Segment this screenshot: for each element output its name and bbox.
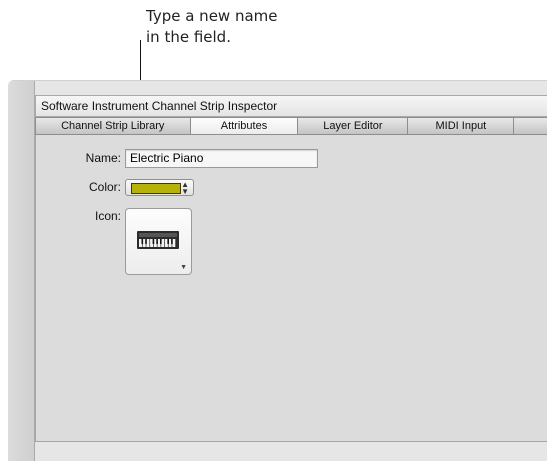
color-popup[interactable]: ▲ ▼ [125, 179, 194, 196]
color-swatch [131, 183, 181, 194]
popup-arrows-icon: ▲ ▼ [181, 180, 189, 196]
icon-menu-triangle-icon: ▼ [180, 264, 187, 271]
name-field[interactable]: Electric Piano [125, 149, 318, 168]
tab-attributes[interactable]: Attributes [190, 117, 299, 134]
tab-layer-editor[interactable]: Layer Editor [298, 117, 409, 134]
inspector-header: Software Instrument Channel Strip Inspec… [35, 95, 547, 117]
tab-bar: Channel Strip Library Attributes Layer E… [35, 117, 547, 135]
callout-text: Type a new name in the field. [146, 6, 278, 48]
color-label: Color: [88, 180, 121, 194]
window-left-frame [8, 81, 35, 461]
tab-channel-strip-library[interactable]: Channel Strip Library [35, 117, 191, 134]
electric-piano-icon [137, 231, 179, 249]
tab-overflow [514, 117, 547, 134]
icon-picker[interactable]: ▼ [125, 208, 192, 275]
callout-line2: in the field. [146, 28, 231, 46]
callout-line1: Type a new name [146, 7, 278, 25]
name-label: Name: [85, 151, 121, 165]
icon-label: Icon: [94, 209, 121, 223]
tab-midi-input[interactable]: MIDI Input [408, 117, 515, 134]
inspector-window: Software Instrument Channel Strip Inspec… [8, 80, 547, 461]
